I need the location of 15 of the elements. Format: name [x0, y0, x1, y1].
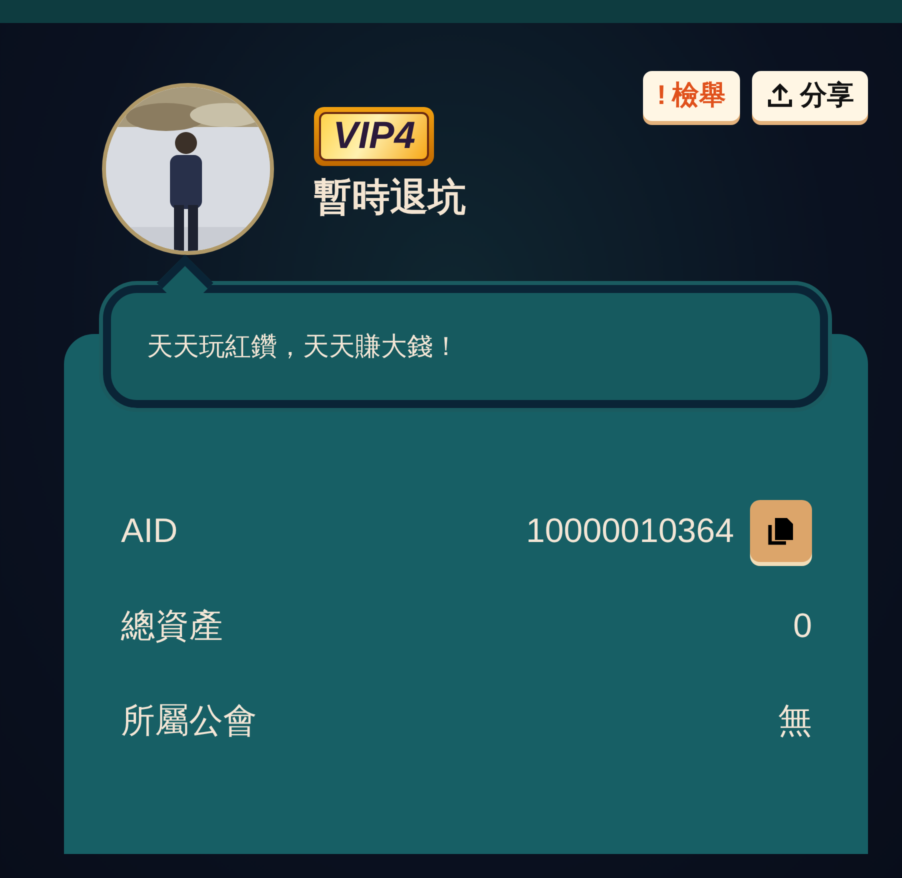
detail-value: 無	[778, 700, 812, 742]
copy-icon	[766, 515, 796, 548]
copy-button[interactable]	[750, 500, 812, 562]
detail-value: 0	[793, 606, 812, 647]
bio-text: 天天玩紅鑽，天天賺大錢！	[147, 330, 459, 361]
detail-label: 總資產	[121, 606, 223, 647]
report-button[interactable]: ! 檢舉	[643, 71, 740, 121]
alert-icon: !	[657, 77, 666, 115]
detail-label: AID	[121, 510, 178, 552]
username: 暫時退坑	[314, 176, 466, 222]
share-icon	[766, 82, 794, 110]
detail-value: 10000010364	[526, 510, 734, 552]
vip-badge: VIP4	[314, 106, 434, 166]
detail-label: 所屬公會	[121, 700, 257, 742]
share-button[interactable]: 分享	[752, 71, 868, 121]
